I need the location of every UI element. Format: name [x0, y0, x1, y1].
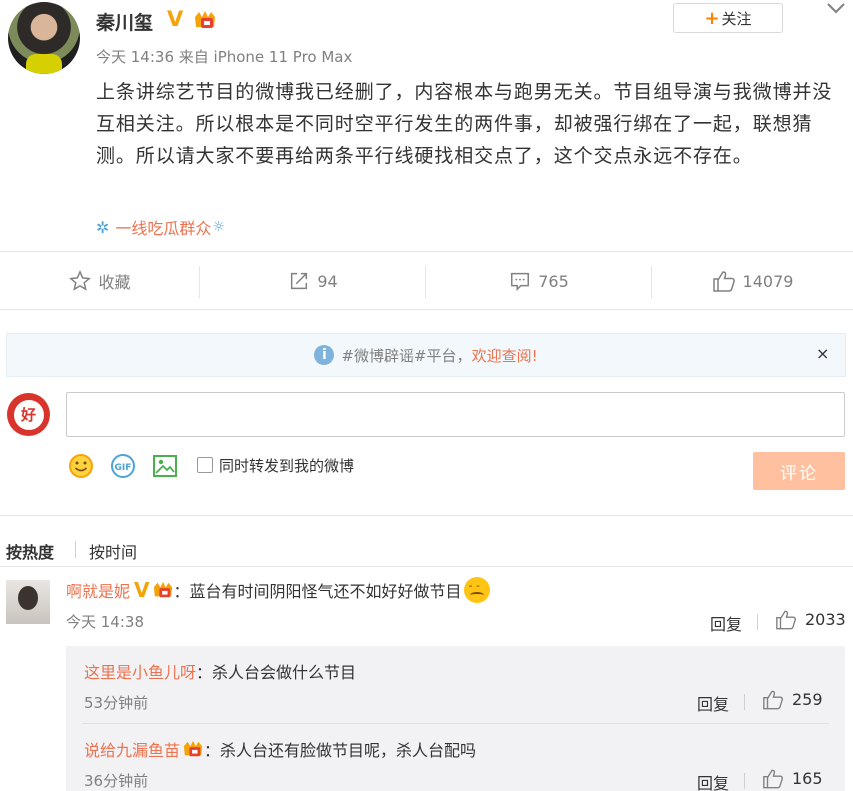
rumor-notice-bar: i #微博辟谣#平台， 欢迎查阅! [6, 333, 846, 377]
sun-icon: ☼ [212, 219, 225, 235]
author-name[interactable]: 秦川玺 [96, 8, 153, 35]
my-avatar[interactable]: 好 [7, 393, 50, 436]
reply-button[interactable]: 回复 [710, 611, 742, 635]
vip-crown-icon [183, 740, 203, 757]
emoji-icon [463, 577, 490, 603]
gif-icon[interactable]: GIF [110, 453, 136, 479]
vip-crown-icon [153, 581, 172, 598]
forward-button[interactable]: 94 [200, 264, 426, 298]
favorite-button[interactable]: 收藏 [0, 264, 200, 298]
comment-icon [511, 272, 530, 292]
thumbs-up-icon [712, 271, 735, 292]
reply-user-name[interactable]: 这里是小鱼儿呀 [84, 659, 196, 683]
reply-button[interactable]: 回复 [697, 691, 729, 715]
follow-label: 关注 [721, 9, 752, 28]
reply-item: 这里是小鱼儿呀 ：杀人台会做什么节目 [84, 659, 356, 683]
share-icon [291, 272, 308, 290]
post-content: 上条讲综艺节目的微博我已经删了，内容根本与跑男无关。节目组导演与我微博并没互相关… [96, 81, 833, 167]
comment-text: ：蓝台有时间阴阳怪气还不如好好做节目 [173, 582, 462, 601]
comment-like-count: 2033 [805, 610, 846, 629]
commenter-avatar[interactable] [6, 580, 50, 624]
post-meta: 今天 14:36 来自 iPhone 11 Pro Max [96, 48, 353, 66]
reply-like-button[interactable]: 165 [762, 768, 823, 789]
divider [82, 723, 829, 724]
comment-time: 今天 14:38 [66, 613, 144, 631]
follow-button[interactable]: + 关注 [673, 3, 783, 33]
reply-user-name[interactable]: 说给九漏鱼苗 [84, 737, 180, 761]
thumbs-up-icon [763, 690, 783, 710]
info-icon: i [314, 345, 335, 365]
star-icon [69, 270, 92, 291]
verified-icon: V [167, 7, 184, 31]
sort-by-time-tab[interactable]: 按时间 [89, 539, 137, 563]
plus-icon: + [704, 7, 720, 29]
comment-count: 765 [538, 271, 569, 291]
reply-text: ：杀人台会做什么节目 [196, 663, 357, 682]
submit-comment-button[interactable]: 评论 [753, 452, 845, 490]
reply-button[interactable]: 回复 [697, 770, 729, 791]
reply-like-button[interactable]: 259 [762, 689, 823, 710]
reply-time: 53分钟前 [84, 694, 149, 712]
topic-icon: ✲ [96, 217, 110, 237]
chevron-down-icon[interactable] [826, 0, 846, 16]
notice-text: #微博辟谣#平台， [341, 346, 472, 365]
reply-time: 36分钟前 [84, 772, 149, 790]
sort-by-hot-tab[interactable]: 按热度 [6, 539, 54, 563]
close-icon[interactable]: × [816, 344, 829, 363]
divider [0, 251, 853, 252]
comment-input[interactable] [66, 392, 845, 437]
divider [744, 773, 745, 789]
divider [75, 541, 76, 558]
favorite-label: 收藏 [98, 273, 131, 292]
topic-label: 一线吃瓜群众 [115, 219, 212, 238]
image-icon[interactable] [152, 453, 178, 479]
divider [0, 309, 853, 310]
notice-link[interactable]: 欢迎查阅! [472, 345, 538, 366]
reply-text: ：杀人台还有脸做节目呢，杀人台配吗 [204, 741, 477, 760]
like-button[interactable]: 14079 [652, 264, 853, 298]
comment-line: 啊就是妮 V ：蓝台有时间阴阳怪气还不如好好做节目 [66, 577, 490, 603]
reply-like-count: 259 [792, 690, 823, 709]
topic-link[interactable]: ✲ 一线吃瓜群众 ☼ [96, 215, 225, 239]
thumbs-up-icon [763, 769, 783, 789]
divider [757, 614, 758, 630]
reply-like-count: 165 [792, 769, 823, 788]
commenter-name[interactable]: 啊就是妮 [66, 578, 130, 602]
forward-label[interactable]: 同时转发到我的微博 [219, 455, 354, 476]
comment-like-button[interactable]: 2033 [775, 609, 846, 630]
vip-crown-icon [195, 11, 215, 28]
divider [744, 694, 745, 710]
divider [0, 515, 853, 516]
svg-text:GIF: GIF [115, 463, 132, 473]
verified-icon: V [134, 578, 150, 602]
like-count: 14079 [742, 271, 794, 291]
comment-button[interactable]: 765 [426, 264, 652, 298]
divider [0, 566, 853, 567]
emoji-icon[interactable] [68, 453, 94, 479]
reply-item: 说给九漏鱼苗 ：杀人台还有脸做节目呢，杀人台配吗 [84, 737, 476, 761]
forward-checkbox[interactable] [197, 457, 213, 473]
forward-count: 94 [317, 271, 338, 291]
thumbs-up-icon [776, 610, 796, 630]
author-avatar[interactable] [8, 2, 80, 74]
